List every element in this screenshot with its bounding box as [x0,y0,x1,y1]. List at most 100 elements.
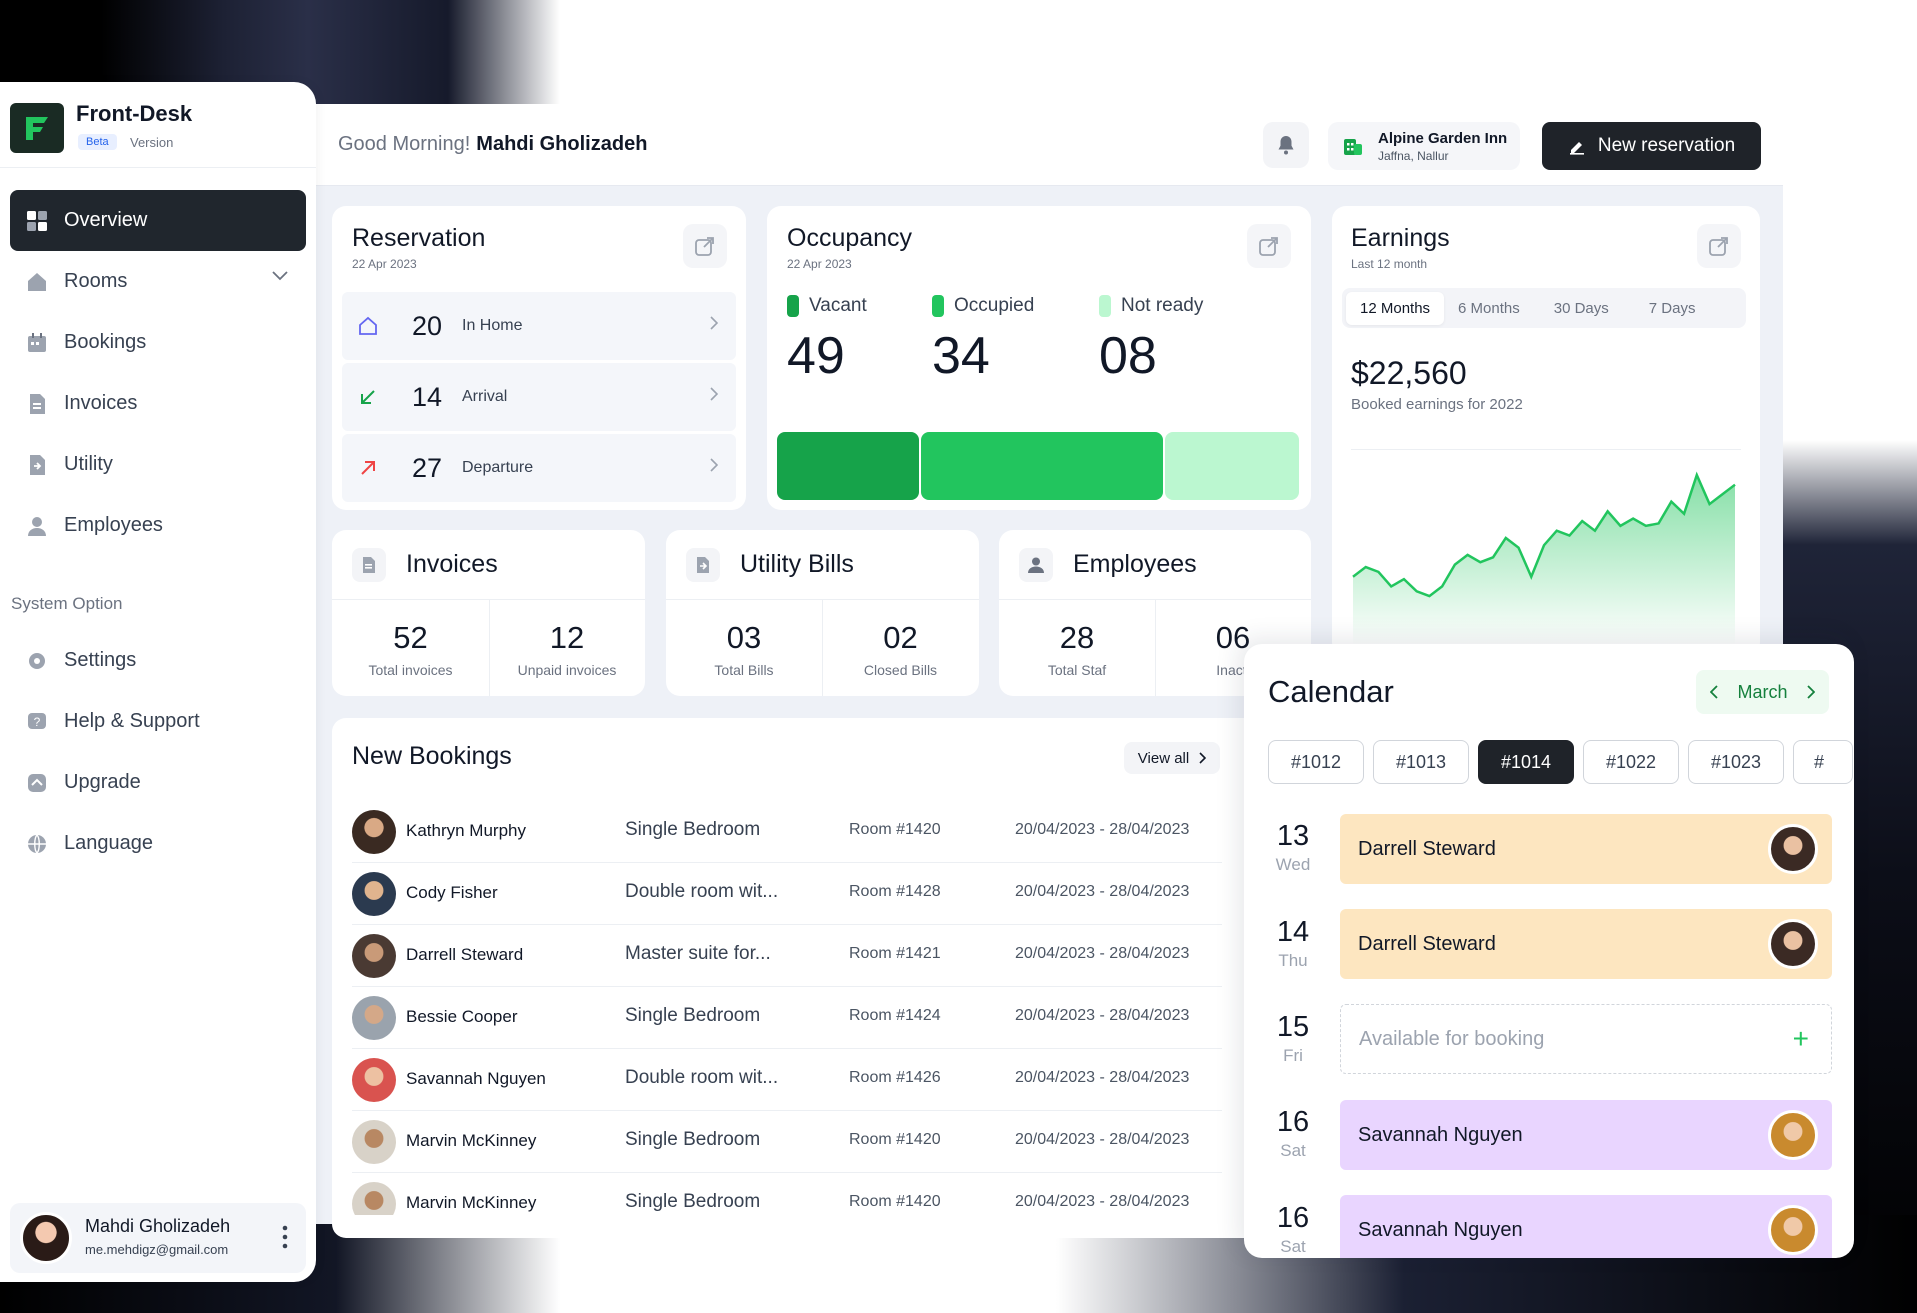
sidebar-item-rooms[interactable]: Rooms [10,251,306,312]
room-tab[interactable]: #1023 [1688,740,1784,784]
logo-icon [26,117,48,140]
occupancy-date: 22 Apr 2023 [787,257,852,271]
calendar-available-slot[interactable]: Available for booking + [1340,1004,1832,1074]
calendar-booking-slot[interactable]: Darrell Steward [1340,909,1832,979]
booking-room-number: Room #1421 [849,945,941,962]
occupancy-occupied-label: Occupied [932,295,1034,317]
earnings-amount: $22,560 [1351,355,1467,391]
system-option-title: System Option [11,594,123,613]
avatar [1768,1205,1818,1255]
tab-6-months[interactable]: 6 Months [1444,292,1534,325]
earnings-caption: Booked earnings for 2022 [1351,396,1523,413]
month-selector[interactable]: March [1696,670,1829,714]
hotel-switcher[interactable]: Alpine Garden Inn Jaffna, Nallur [1328,122,1520,170]
booking-room-type: Single Bedroom [625,1191,761,1212]
room-tab-active[interactable]: #1014 [1478,740,1574,784]
calendar-booking-slot[interactable]: Savannah Nguyen [1340,1100,1832,1170]
sidebar-item-utility[interactable]: Utility [10,434,306,495]
sidebar-item-overview[interactable]: Overview [10,190,306,251]
sidebar-item-settings[interactable]: Settings [10,630,306,691]
sidebar-item-bookings[interactable]: Bookings [10,312,306,373]
sidebar-user-card[interactable]: Mahdi Gholizadeh me.mehdigz@gmail.com [10,1203,306,1273]
room-tab[interactable]: #1012 [1268,740,1364,784]
sidebar-item-invoices[interactable]: Invoices [10,373,306,434]
calendar-day: 13 Wed [1275,820,1311,874]
month-label: March [1737,681,1788,702]
occupancy-occupied-value: 34 [932,327,990,385]
sidebar-item-language[interactable]: Language [10,813,306,874]
upgrade-icon [28,773,46,792]
table-row[interactable]: Darrell Steward Master suite for... Room… [352,925,1222,987]
earnings-chart [1352,471,1736,645]
stat-total-invoices: 52 Total invoices [368,620,453,678]
sidebar-item-label: Rooms [64,270,128,292]
occupancy-not-ready-label: Not ready [1099,295,1203,317]
sidebar-item-label: Language [64,832,153,854]
sidebar-item-label: Bookings [64,331,147,353]
document-icon [30,393,45,414]
booking-dates: 20/04/2023 - 28/04/2023 [1015,1131,1190,1148]
invoice-icon-wrap [352,547,386,582]
slot-guest-name: Darrell Steward [1358,932,1496,955]
plus-icon[interactable]: + [1793,1023,1809,1055]
avatar [352,1058,396,1102]
app-logo [10,103,64,153]
reservation-row-departure[interactable]: 27 Departure [342,434,736,502]
table-row[interactable]: Cody Fisher Double room wit... Room #142… [352,863,1222,925]
table-row[interactable]: Marvin McKinney Single Bedroom Room #142… [352,1173,1222,1215]
calendar-booking-slot[interactable]: Darrell Steward [1340,814,1832,884]
reservation-open-button[interactable] [683,224,727,268]
room-tab[interactable]: # [1793,740,1853,784]
employee-icon-wrap [1019,547,1053,582]
table-row[interactable]: Kathryn Murphy Single Bedroom Room #1420… [352,801,1222,863]
chevron-right-icon[interactable] [1807,685,1815,699]
reservation-title: Reservation [352,224,486,252]
chevron-right-icon [710,458,718,472]
room-tab[interactable]: #1022 [1583,740,1679,784]
calendar-booking-slot[interactable]: Savannah Nguyen [1340,1195,1832,1258]
table-row[interactable]: Savannah Nguyen Double room wit... Room … [352,1049,1222,1111]
more-vertical-icon[interactable] [282,1225,288,1249]
table-row[interactable]: Bessie Cooper Single Bedroom Room #1424 … [352,987,1222,1049]
reservation-label: Departure [462,459,534,476]
earnings-subtitle: Last 12 month [1351,257,1428,271]
booking-room-type: Single Bedroom [625,1005,761,1026]
new-reservation-button[interactable]: New reservation [1542,122,1761,170]
occupancy-vacant-value: 49 [787,327,845,385]
earnings-area [1353,475,1735,645]
slot-guest-name: Darrell Steward [1358,837,1496,860]
reservation-count: 27 [412,452,443,483]
tab-7-days[interactable]: 7 Days [1635,292,1710,325]
room-tab[interactable]: #1013 [1373,740,1469,784]
tab-30-days[interactable]: 30 Days [1540,292,1623,325]
booking-room-number: Room #1420 [849,1193,941,1210]
earnings-title: Earnings [1351,224,1450,252]
sidebar-item-employees[interactable]: Employees [10,495,306,556]
chevron-right-icon [710,387,718,401]
occupancy-vacant-label: Vacant [787,295,867,317]
stat-unpaid-invoices: 12 Unpaid invoices [517,620,617,678]
table-row[interactable]: Marvin McKinney Single Bedroom Room #142… [352,1111,1222,1173]
booking-room-number: Room #1420 [849,821,941,838]
notification-button[interactable] [1263,122,1309,168]
avatar [352,996,396,1040]
sidebar-user-name: Mahdi Gholizadeh [85,1216,231,1236]
sidebar-item-help[interactable]: ? Help & Support [10,691,306,752]
globe-icon [28,834,46,853]
tab-12-months[interactable]: 12 Months [1346,291,1445,325]
calendar-day: 16 Sat [1276,1202,1310,1256]
sidebar-item-upgrade[interactable]: Upgrade [10,752,306,813]
reservation-row-arrival[interactable]: 14 Arrival [342,363,736,431]
calendar-icon [28,332,46,352]
earnings-open-button[interactable] [1697,224,1741,268]
view-all-button[interactable]: View all [1124,742,1220,774]
booking-dates: 20/04/2023 - 28/04/2023 [1015,1193,1190,1210]
booking-guest-name: Cody Fisher [406,883,498,902]
booking-room-type: Double room wit... [625,881,779,902]
avatar [20,1212,72,1264]
reservation-count: 14 [412,381,443,412]
occupancy-open-button[interactable] [1247,224,1291,268]
chevron-left-icon[interactable] [1710,685,1718,699]
document-icon [363,556,375,573]
reservation-row-in-home[interactable]: 20 In Home [342,292,736,360]
